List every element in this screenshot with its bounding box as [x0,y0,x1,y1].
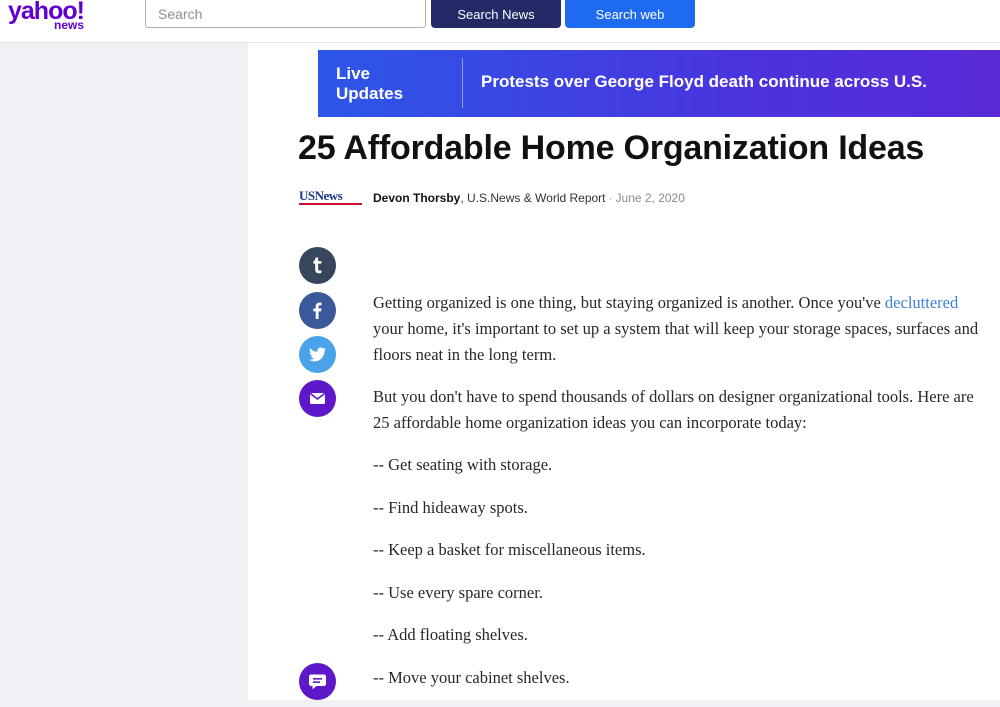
list-item: -- Add floating shelves. [373,625,528,644]
comments-button[interactable] [299,663,336,700]
yahoo-news-logo[interactable]: yahoo! news [8,0,98,37]
publisher-name: , U.S.News & World Report [460,191,606,205]
list-item: -- Keep a basket for miscellaneous items… [373,540,646,559]
list-item: -- Move your cabinet shelves. [373,667,570,687]
twitter-share-button[interactable] [299,336,336,373]
us-news-logo[interactable]: USNews [299,189,362,205]
live-updates-banner[interactable]: Live Updates Protests over George Floyd … [318,50,1000,117]
byline-separator: · [608,191,613,205]
banner-divider [462,58,463,108]
search-news-button[interactable]: Search News [431,0,561,28]
tumblr-icon [313,257,322,274]
email-share-button[interactable] [299,380,336,417]
comments-icon [309,674,326,690]
tumblr-share-button[interactable] [299,247,336,284]
article-column: Live Updates Protests over George Floyd … [248,43,1000,700]
paragraph: But you don't have to spend thousands of… [373,387,974,432]
live-updates-label: Live Updates [336,64,404,103]
list-item: -- Use every spare corner. [373,582,543,602]
list-item: -- Find hideaway spots. [373,497,528,517]
search-web-button[interactable]: Search web [565,0,695,28]
paragraph-text: Getting organized is one thing, but stay… [373,293,885,312]
mail-icon [309,392,326,404]
search-input[interactable] [145,0,426,28]
article-body: Getting organized is one thing, but stay… [373,290,985,707]
byline-text: Devon Thorsby, U.S.News & World Report · J… [373,191,685,205]
logo-subtitle: news [54,18,85,32]
twitter-icon [309,347,327,362]
top-header: yahoo! news Search News Search web [0,0,1000,43]
article-title: 25 Affordable Home Organization Ideas [298,129,925,167]
paragraph: Getting organized is one thing, but stay… [373,290,985,368]
publish-date: June 2, 2020 [615,191,685,205]
facebook-icon [313,302,322,319]
facebook-share-button[interactable] [299,292,336,329]
paragraph-text: your home, it's important to set up a sy… [373,319,979,364]
live-updates-headline[interactable]: Protests over George Floyd death continu… [481,72,927,92]
decluttered-link[interactable]: decluttered [885,293,958,312]
list-item: -- Get seating with storage. [373,455,553,474]
author-name: Devon Thorsby [373,191,461,205]
